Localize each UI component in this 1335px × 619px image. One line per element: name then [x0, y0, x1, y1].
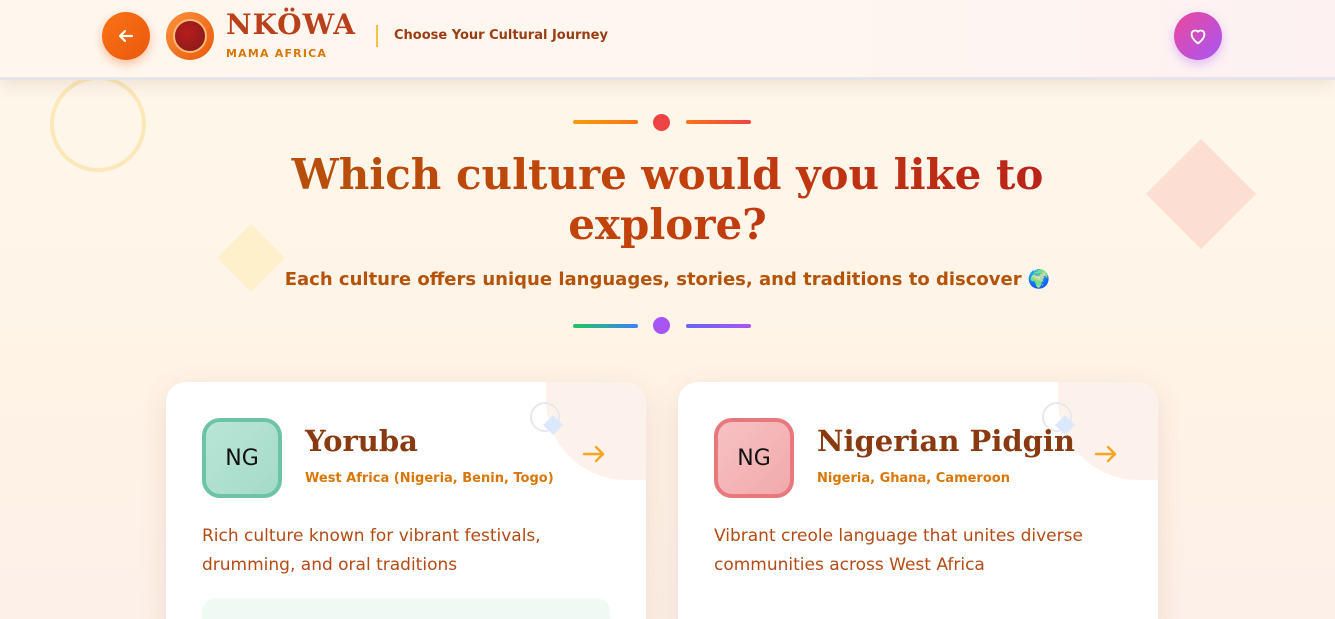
- header-tagline: Choose Your Cultural Journey: [394, 28, 608, 43]
- favorites-button[interactable]: [1174, 12, 1222, 60]
- africa-icon: [173, 19, 207, 53]
- divider-line: [573, 324, 638, 328]
- culture-region: Nigeria, Ghana, Cameroon: [817, 471, 1010, 486]
- country-code-badge: NG: [714, 418, 794, 498]
- culture-name: Nigerian Pidgin: [817, 424, 1075, 458]
- culture-region: West Africa (Nigeria, Benin, Togo): [305, 471, 554, 486]
- brand-logo: [166, 12, 214, 60]
- back-button[interactable]: [102, 12, 150, 60]
- page-title: Which culture would you like to explore?: [200, 150, 1135, 250]
- brand-subtitle: MAMA AFRICA: [226, 47, 328, 60]
- heart-icon: [1190, 29, 1206, 45]
- culture-description: Vibrant creole language that unites dive…: [714, 526, 1083, 575]
- culture-card-yoruba[interactable]: NG Yoruba West Africa (Nigeria, Benin, T…: [166, 382, 646, 619]
- page-subtitle: Each culture offers unique languages, st…: [284, 269, 1051, 290]
- app-header: NKÖWA MAMA AFRICA Choose Your Cultural J…: [0, 0, 1335, 80]
- culture-description: Rich culture known for vibrant festivals…: [202, 526, 541, 575]
- country-code-badge: NG: [202, 418, 282, 498]
- divider-line: [686, 120, 751, 124]
- decor-ring: [50, 76, 146, 172]
- arrow-left-icon: [118, 29, 134, 43]
- culture-card-nigerian-pidgin[interactable]: NG Nigerian Pidgin Nigeria, Ghana, Camer…: [678, 382, 1158, 619]
- divider-line: [686, 324, 751, 328]
- header-divider: [376, 25, 378, 47]
- brand-name: NKÖWA: [226, 8, 356, 41]
- divider-line: [573, 120, 638, 124]
- culture-name: Yoruba: [305, 424, 418, 458]
- divider-dot: [653, 317, 670, 334]
- culture-note: [202, 598, 610, 619]
- arrow-right-icon[interactable]: [580, 440, 608, 475]
- decor-diamond: [1145, 138, 1257, 250]
- arrow-right-icon[interactable]: [1092, 440, 1120, 475]
- divider-dot: [653, 114, 670, 131]
